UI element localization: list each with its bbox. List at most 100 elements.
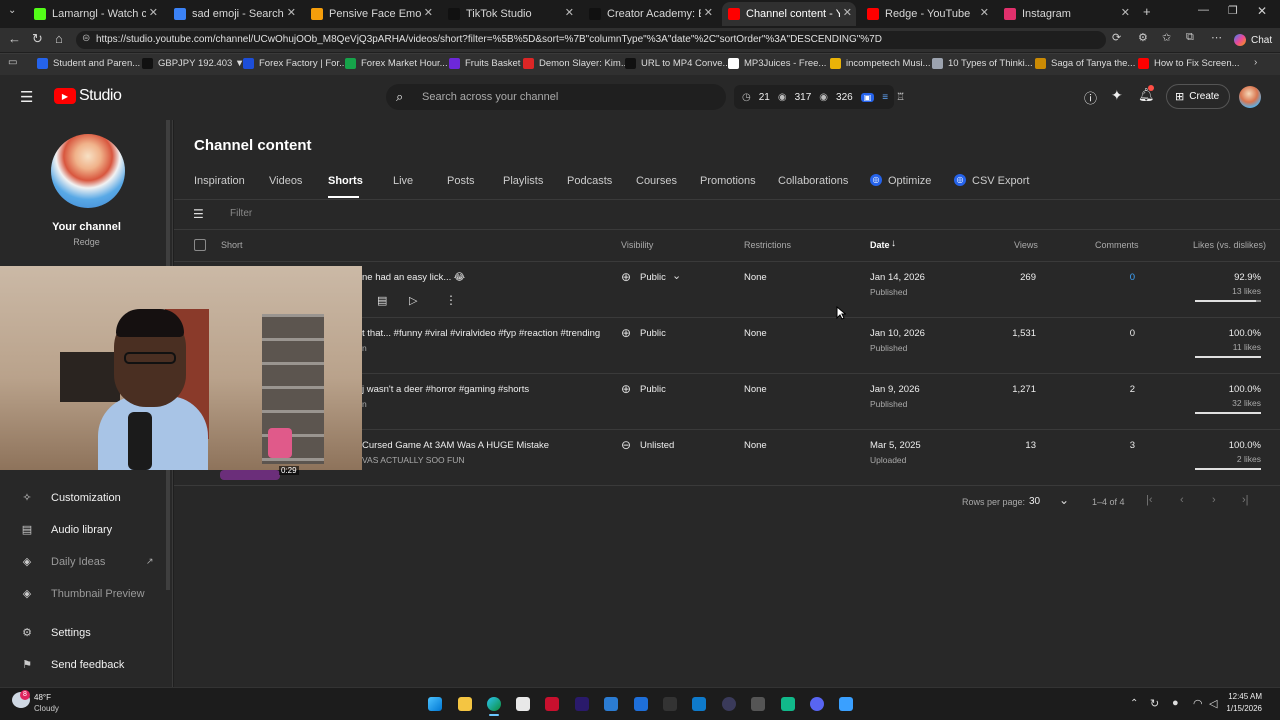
browser-tab[interactable]: TikTok Studio ✕ xyxy=(442,2,578,26)
help-icon[interactable]: ⓘ xyxy=(1084,88,1097,107)
reload-icon[interactable]: ↻ xyxy=(32,31,43,47)
more-menu-icon[interactable]: ⋯ xyxy=(1211,31,1222,44)
favorites-icon[interactable]: ✩ xyxy=(1162,31,1171,44)
site-info-icon[interactable]: ⊜ xyxy=(82,33,90,44)
extension-icon[interactable]: ⟳ xyxy=(1112,31,1121,44)
close-tab-icon[interactable]: ✕ xyxy=(980,6,989,19)
browser-tab[interactable]: Creator Academy: Empower✕ xyxy=(583,2,717,26)
sidebar-item-thumbnail-preview[interactable]: ◈ Thumbnail Preview xyxy=(20,587,145,601)
chevron-down-icon[interactable]: ⌄ xyxy=(672,269,681,282)
visibility-value[interactable]: Unlisted xyxy=(640,440,674,451)
bookmark-item[interactable]: Forex Factory | For... xyxy=(243,58,347,69)
tab-courses[interactable]: Courses xyxy=(636,175,677,187)
url-field[interactable]: https://studio.youtube.com/channel/UCwOh… xyxy=(76,31,1106,49)
tab-inspiration[interactable]: Inspiration xyxy=(194,175,245,187)
browser-tab[interactable]: sad emoji - Search ✕ xyxy=(168,2,300,26)
bookmark-item[interactable]: incompetech Musi... xyxy=(830,58,930,69)
word-icon[interactable] xyxy=(604,697,618,711)
tab-collaborations[interactable]: Collaborations xyxy=(778,175,848,187)
video-title[interactable]: j wasn't a deer #horror #gaming #shorts xyxy=(362,384,529,395)
notepad-icon[interactable] xyxy=(839,697,853,711)
comments-value[interactable]: 2 xyxy=(1105,384,1135,395)
bookmark-item[interactable]: URL to MP4 Conve... xyxy=(625,58,730,69)
browser-tab[interactable]: Redge - YouTube ✕ xyxy=(861,2,993,26)
visibility-value[interactable]: Public xyxy=(640,328,666,339)
close-tab-icon[interactable]: ✕ xyxy=(424,6,433,19)
visibility-value[interactable]: Public xyxy=(640,272,666,283)
clock-time[interactable]: 12:45 AM xyxy=(1222,692,1262,701)
filter-icon[interactable]: ☰ xyxy=(193,207,204,221)
volume-icon[interactable]: ◁ xyxy=(1209,697,1217,710)
chevron-up-icon[interactable]: ⌃ xyxy=(1130,698,1138,709)
column-header-views[interactable]: Views xyxy=(1014,240,1038,250)
sidebar-item-audio-library[interactable]: ▤ Audio library xyxy=(20,523,112,537)
next-page-icon[interactable]: › xyxy=(1212,494,1216,506)
close-tab-icon[interactable]: ✕ xyxy=(149,6,158,19)
column-header-likes[interactable]: Likes (vs. dislikes) xyxy=(1193,240,1266,250)
discord-icon[interactable] xyxy=(810,697,824,711)
edge-browser-icon[interactable] xyxy=(487,697,501,711)
channel-avatar[interactable] xyxy=(51,134,125,208)
minimize-button[interactable]: — xyxy=(1198,4,1209,16)
sync-icon[interactable]: ↻ xyxy=(1150,697,1159,710)
extensions-icon[interactable]: ⧉ xyxy=(1186,31,1194,44)
stats-pill[interactable]: ◷ 21 ◉ 317 ◉ 326 ▣ ≡ ♖ xyxy=(734,85,905,109)
column-header-date[interactable]: Date xyxy=(870,240,890,250)
app-icon[interactable] xyxy=(634,697,648,711)
microphone-icon[interactable]: ● xyxy=(1172,697,1179,709)
sidebar-item-daily-ideas[interactable]: ◈ Daily Ideas ↗ xyxy=(20,555,154,569)
calculator-icon[interactable] xyxy=(751,697,765,711)
column-header-comments[interactable]: Comments xyxy=(1095,240,1139,250)
close-window-button[interactable]: ✕ xyxy=(1257,4,1267,18)
bookmarks-overflow-icon[interactable]: › xyxy=(1254,57,1257,68)
start-menu-icon[interactable] xyxy=(428,697,442,711)
wifi-icon[interactable]: ◠ xyxy=(1193,697,1203,710)
maximize-button[interactable]: ❐ xyxy=(1228,4,1238,17)
visibility-value[interactable]: Public xyxy=(640,384,666,395)
app-icon[interactable] xyxy=(781,697,795,711)
tab-podcasts[interactable]: Podcasts xyxy=(567,175,612,187)
youtube-play-icon[interactable]: ▷ xyxy=(409,294,417,307)
app-icon[interactable] xyxy=(722,697,736,711)
sparkle-icon[interactable]: ✦ xyxy=(1111,87,1123,104)
last-page-icon[interactable]: ›| xyxy=(1242,494,1249,506)
reading-list-icon[interactable]: ▭ xyxy=(8,57,17,68)
close-tab-icon[interactable]: ✕ xyxy=(287,6,296,19)
studio-logo[interactable]: ▶ Studio xyxy=(54,87,122,105)
store-icon[interactable] xyxy=(516,697,530,711)
video-title[interactable]: ne had an easy lick... 😂 xyxy=(362,272,465,283)
previous-page-icon[interactable]: ‹ xyxy=(1180,494,1184,506)
security-app-icon[interactable] xyxy=(545,697,559,711)
column-header-restrictions[interactable]: Restrictions xyxy=(744,240,791,250)
browser-tab[interactable]: Channel content - YouTube✕ xyxy=(722,2,856,26)
chevron-down-icon[interactable]: ⌄ xyxy=(1059,493,1069,507)
close-tab-icon[interactable]: ✕ xyxy=(704,6,713,19)
rows-per-page-select[interactable]: 30 xyxy=(1029,496,1040,507)
browser-tab[interactable]: Pensive Face Emoji: Mea✕ xyxy=(305,2,437,26)
column-header-visibility[interactable]: Visibility xyxy=(621,240,653,250)
back-icon[interactable]: ← xyxy=(8,31,21,46)
filter-input[interactable]: Filter xyxy=(230,208,252,219)
close-tab-icon[interactable]: ✕ xyxy=(1121,6,1130,19)
search-input[interactable]: Search across your channel xyxy=(386,84,726,110)
browser-tab[interactable]: Lamarngl - Watch clips on K✕ xyxy=(28,2,162,26)
video-title[interactable]: t that... #funny #viral #viralvideo #fyp… xyxy=(362,328,602,339)
new-tab-button[interactable]: + xyxy=(1143,4,1151,19)
tab-shorts[interactable]: Shorts xyxy=(328,175,363,187)
tab-posts[interactable]: Posts xyxy=(447,175,475,187)
tab-search-icon[interactable]: ⌄ xyxy=(8,5,16,16)
app-icon[interactable] xyxy=(663,697,677,711)
browser-tab[interactable]: Instagram ✕ xyxy=(998,2,1134,26)
tab-csv-export[interactable]: CSV Export xyxy=(972,175,1029,187)
comments-icon[interactable]: ▤ xyxy=(377,294,387,307)
tab-videos[interactable]: Videos xyxy=(269,175,302,187)
more-options-icon[interactable]: ⋮ xyxy=(445,293,457,307)
file-explorer-icon[interactable] xyxy=(458,697,472,711)
bookmark-item[interactable]: How to Fix Screen... xyxy=(1138,58,1240,69)
video-title[interactable]: Cursed Game At 3AM Was A HUGE Mistake xyxy=(362,440,549,451)
menu-icon[interactable]: ☰ xyxy=(20,88,33,106)
tab-optimize[interactable]: Optimize xyxy=(888,175,931,187)
clock-date[interactable]: 1/15/2026 xyxy=(1222,704,1262,713)
extension-icon[interactable]: ⚙ xyxy=(1138,31,1148,44)
app-icon[interactable] xyxy=(692,697,706,711)
